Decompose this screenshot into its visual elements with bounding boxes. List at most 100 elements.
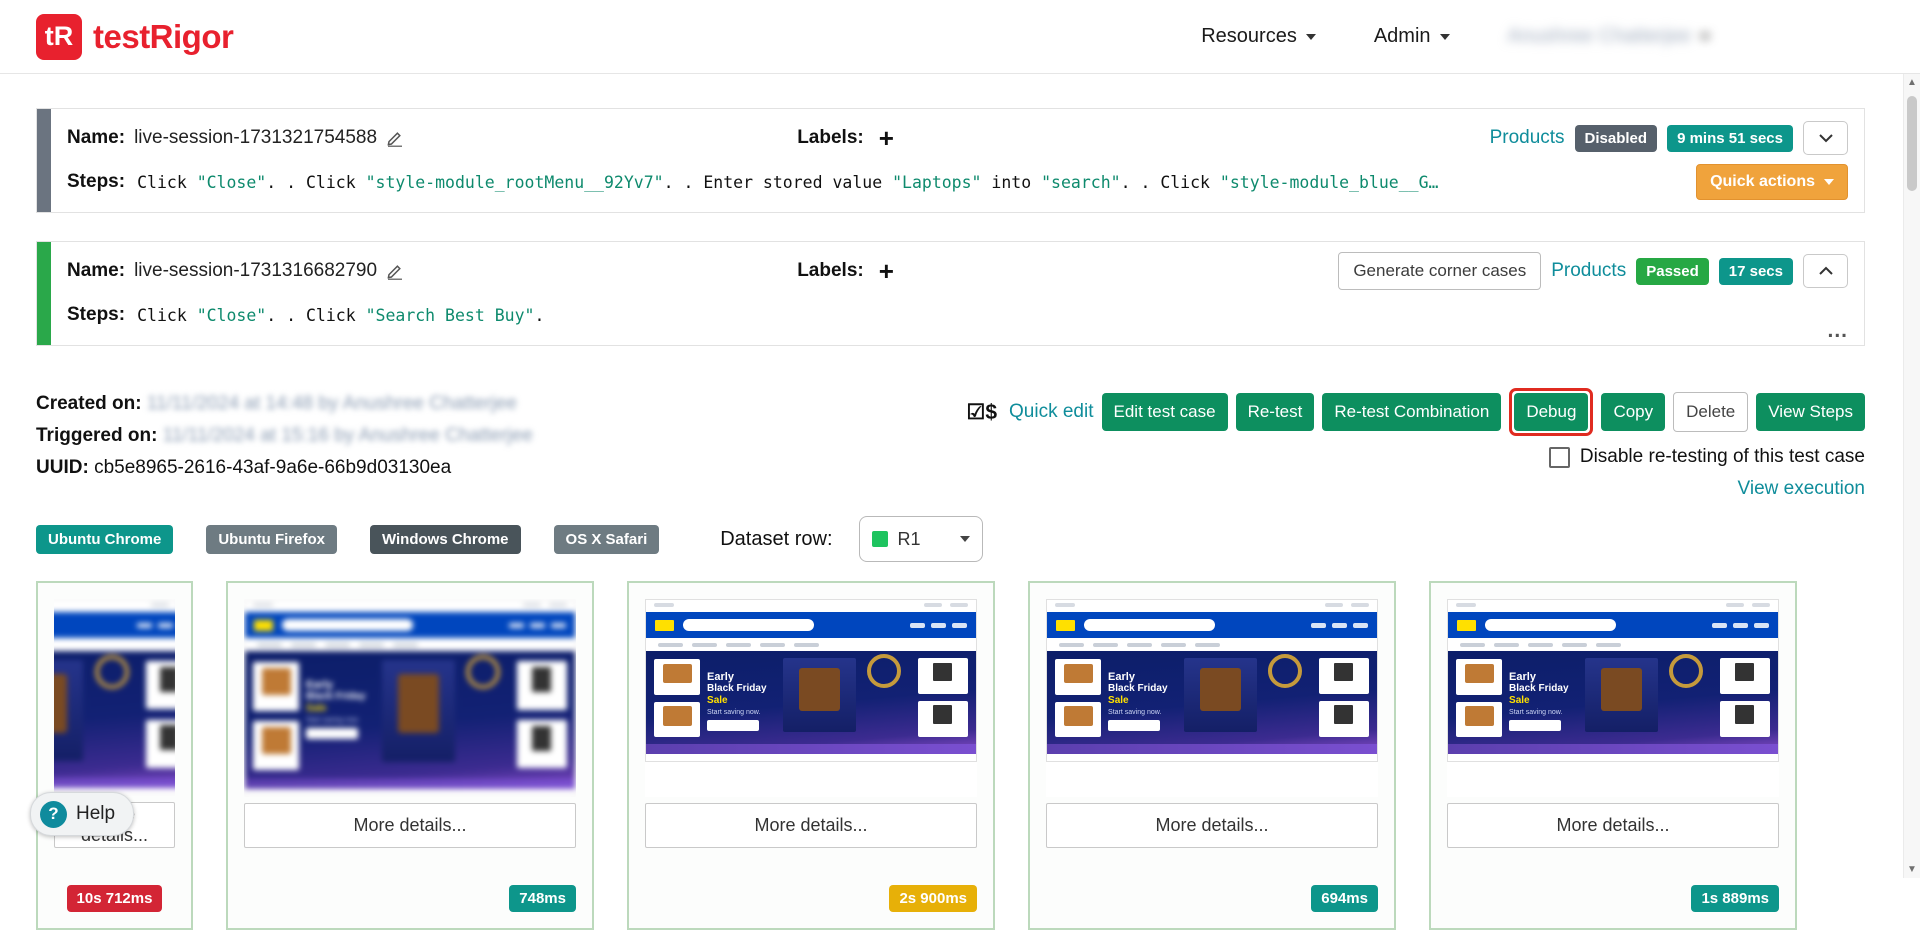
edit-name-icon[interactable] (386, 262, 404, 280)
status-badge: Passed (1636, 258, 1709, 285)
step-duration-badge: 10s 712ms (67, 885, 163, 912)
nav-item-admin[interactable]: Admin (1374, 25, 1450, 48)
featured-product-tile (382, 660, 455, 762)
dataset-row-select[interactable]: R1 (859, 516, 983, 562)
add-label-button[interactable]: + (879, 258, 894, 284)
add-label-button[interactable]: + (879, 125, 894, 151)
screenshot-thumbnail[interactable]: Early Black Friday Sale Start saving now… (1046, 599, 1378, 797)
scrollbar-thumb[interactable] (1907, 96, 1917, 191)
site-top-strip (54, 600, 175, 612)
platform-badge-osx-safari[interactable]: OS X Safari (554, 525, 660, 554)
retest-button[interactable]: Re-test (1236, 393, 1315, 431)
hero-text: Early Black Friday Sale Start saving now… (1509, 671, 1581, 731)
product-tile (654, 659, 700, 694)
user-name: Anushree Chatterjee (1508, 25, 1691, 48)
step-duration-badge: 1s 889ms (1691, 885, 1779, 912)
products-link[interactable]: Products (1490, 127, 1565, 149)
product-tile (146, 720, 175, 768)
edit-test-case-button[interactable]: Edit test case (1102, 393, 1228, 431)
bestbuy-logo-tag-icon (1056, 620, 1075, 631)
screenshot-thumbnail[interactable]: Early Black Friday Sale Start saving now… (645, 599, 977, 797)
site-gradient-strip (54, 778, 175, 788)
duration-badge: 9 mins 51 secs (1667, 125, 1793, 152)
edit-name-icon[interactable] (386, 129, 404, 147)
platform-badge-ubuntu-chrome[interactable]: Ubuntu Chrome (36, 525, 173, 554)
site-links-strip (54, 638, 175, 651)
hero-text: Early Black Friday Sale Start saving now… (707, 671, 779, 731)
expand-session-button[interactable] (1803, 121, 1848, 155)
site-hero-banner: Early Black Friday Sale Start saving now… (1448, 651, 1778, 744)
screenshot-thumbnail[interactable]: Early Black Friday Sale Start saving now… (244, 599, 576, 797)
platform-badge-ubuntu-firefox[interactable]: Ubuntu Firefox (206, 525, 337, 554)
hero-text: Early Black Friday Sale Start saving now… (1108, 671, 1180, 731)
user-menu[interactable]: Anushree Chatterjee (1508, 25, 1710, 48)
nav-item-resources[interactable]: Resources (1201, 25, 1316, 48)
test-case-meta: Created on: 11/11/2024 at 14:48 by Anush… (36, 388, 533, 500)
triggered-on-label: Triggered on: (36, 425, 157, 446)
collapse-session-button[interactable] (1803, 254, 1848, 288)
hero-text: Early Black Friday Sale Start saving now… (306, 679, 378, 739)
view-steps-button[interactable]: View Steps (1756, 393, 1865, 431)
steps-label: Steps: (67, 171, 125, 193)
session-card-disabled: Name: live-session-1731321754588 Labels:… (36, 108, 1865, 213)
chevron-down-icon (1818, 133, 1834, 143)
wreath-decoration (466, 655, 500, 689)
site-hero-banner: Early Black Friday Sale Start saving now… (245, 651, 575, 779)
view-execution-link[interactable]: View execution (1738, 478, 1865, 500)
copy-button[interactable]: Copy (1601, 393, 1665, 431)
quick-actions-button[interactable]: Quick actions (1696, 164, 1848, 200)
question-mark-icon: ? (40, 801, 67, 828)
products-link[interactable]: Products (1551, 260, 1626, 282)
checkbox-dollar-icon[interactable]: ☑$ (967, 400, 998, 425)
retest-combination-button[interactable]: Re-test Combination (1322, 393, 1501, 431)
platform-badge-windows-chrome[interactable]: Windows Chrome (370, 525, 521, 554)
bestbuy-logo-tag-icon (254, 620, 273, 631)
product-tile (253, 662, 299, 710)
step-duration-badge: 2s 900ms (889, 885, 977, 912)
test-case-actions: ☑$ Quick edit Edit test case Re-test Re-… (967, 388, 1866, 500)
site-bottom-strip (245, 789, 575, 796)
bestbuy-page-preview: Early Black Friday Sale Start saving now… (244, 599, 576, 797)
wreath-decoration (1268, 654, 1302, 688)
more-details-button[interactable]: More details... (1046, 803, 1378, 848)
more-details-button[interactable]: More details... (244, 803, 576, 848)
product-tile (1456, 659, 1502, 694)
site-nav-links (509, 623, 566, 628)
product-tile (918, 658, 968, 693)
site-nav-links (1712, 623, 1769, 628)
more-options-ellipsis[interactable]: ... (1827, 327, 1848, 335)
app-logo[interactable]: tR testRigor (36, 14, 233, 60)
scrollbar-down-arrow[interactable]: ▼ (1904, 864, 1920, 875)
site-header-bar (1047, 612, 1377, 638)
scrollbar-up-arrow[interactable]: ▲ (1904, 77, 1920, 88)
featured-product-tile (1585, 658, 1658, 732)
site-gradient-strip (245, 779, 575, 789)
steps-label: Steps: (67, 304, 125, 326)
screenshot-thumbnail[interactable]: Early Black Friday Sale Start saving now… (54, 599, 175, 796)
top-bar: tR testRigor Resources Admin Anushree Ch… (0, 0, 1920, 74)
help-button[interactable]: ? Help (30, 792, 134, 836)
generate-corner-cases-button[interactable]: Generate corner cases (1338, 252, 1541, 290)
session-accent-bar-gray (37, 109, 51, 212)
site-search-pill (1485, 619, 1616, 631)
site-nav-links (1311, 623, 1368, 628)
site-gradient-strip (1047, 744, 1377, 754)
delete-button[interactable]: Delete (1673, 392, 1748, 432)
bestbuy-logo-tag-icon (655, 620, 674, 631)
logo-text: testRigor (93, 18, 233, 56)
chevron-down-icon (1824, 179, 1834, 185)
screenshot-thumbnail[interactable]: Early Black Friday Sale Start saving now… (1447, 599, 1779, 797)
quick-edit-link[interactable]: Quick edit (1009, 401, 1093, 423)
more-details-button[interactable]: More details... (645, 803, 977, 848)
debug-button[interactable]: Debug (1514, 393, 1588, 431)
disable-retesting-checkbox[interactable] (1549, 447, 1570, 468)
scrollbar[interactable]: ▲ ▼ (1903, 74, 1920, 878)
labels-label: Labels: (797, 127, 864, 149)
created-on-value: 11/11/2024 at 14:48 by Anushree Chatterj… (147, 393, 517, 414)
dataset-value: R1 (898, 529, 921, 550)
bestbuy-logo-tag-icon (1457, 620, 1476, 631)
labels-label: Labels: (797, 260, 864, 282)
more-details-button[interactable]: More details... (1447, 803, 1779, 848)
site-top-strip (646, 600, 976, 612)
steps-preview: Click "Close". . Click "Search Best Buy"… (137, 306, 1827, 325)
